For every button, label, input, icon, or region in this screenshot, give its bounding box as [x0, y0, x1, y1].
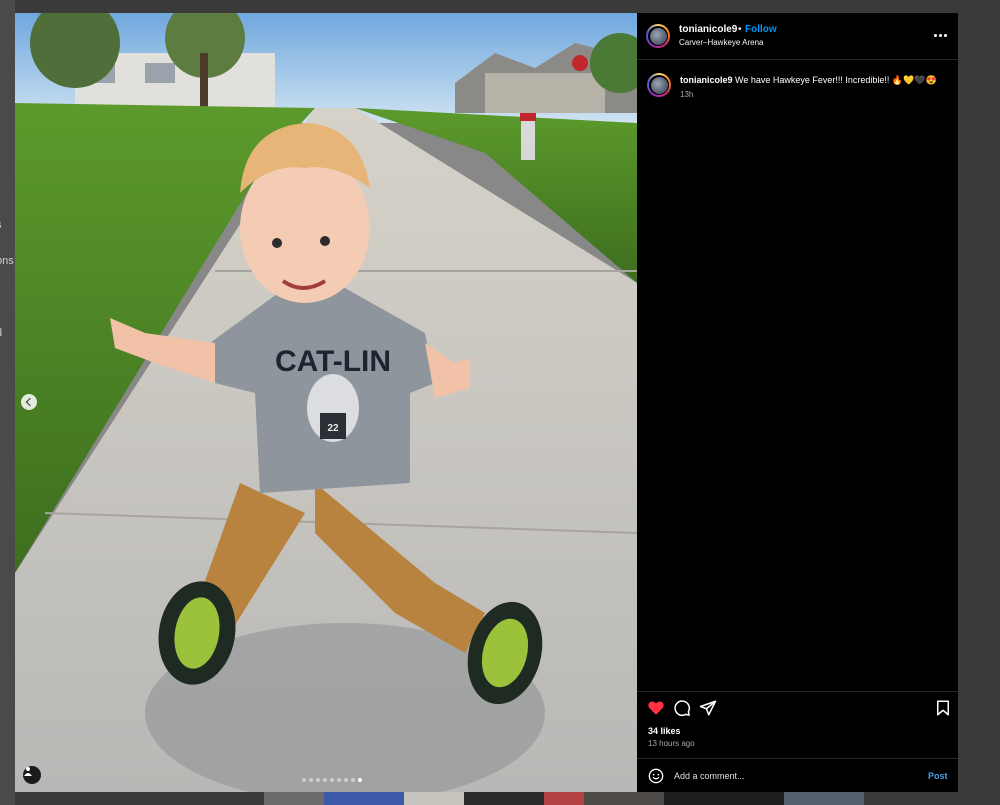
comment-input[interactable]: Add a comment... — [674, 771, 745, 781]
more-icon — [934, 34, 937, 37]
caption: tonianicole9 We have Hawkeye Fever!!! In… — [680, 74, 950, 86]
caption-text: We have Hawkeye Fever!!! Incredible!! 🔥💛… — [732, 75, 937, 85]
carousel-dot — [309, 778, 313, 782]
carousel-dot — [316, 778, 320, 782]
carousel-dot — [358, 778, 362, 782]
shirt-text: CAT-LIN — [275, 345, 391, 378]
post-comment-button[interactable]: Post — [928, 771, 948, 781]
separator-dot: • — [738, 24, 742, 35]
more-options-button[interactable] — [934, 34, 947, 37]
avatar[interactable] — [646, 24, 670, 48]
chevron-left-icon — [25, 397, 35, 407]
sidebar-fragment[interactable]: ons — [0, 255, 14, 267]
carousel-dot — [302, 778, 306, 782]
carousel-dot — [330, 778, 334, 782]
heart-icon[interactable] — [647, 699, 665, 717]
background-feed-strip — [264, 792, 864, 805]
caption-timestamp[interactable]: 13h — [680, 90, 693, 99]
post-header: tonianicole9 • Follow Carver–Hawkeye Are… — [637, 13, 958, 60]
post-time-ago[interactable]: 13 hours ago — [648, 739, 695, 748]
carousel-dot — [323, 778, 327, 782]
page-background — [958, 0, 1000, 805]
bookmark-icon[interactable] — [934, 699, 952, 717]
caption-username[interactable]: tonianicole9 — [680, 75, 733, 85]
user-tag-button[interactable] — [23, 766, 41, 784]
photo-illustration: CAT-LIN 22 — [15, 13, 637, 792]
emoji-icon[interactable] — [648, 768, 664, 784]
post-details-panel: tonianicole9 • Follow Carver–Hawkeye Are… — [637, 13, 958, 792]
comment-icon[interactable] — [673, 699, 691, 717]
caption-avatar[interactable] — [647, 73, 671, 97]
left-sidebar-edge: s ons d — [0, 0, 15, 805]
carousel-dot — [344, 778, 348, 782]
post-photo[interactable]: CAT-LIN 22 — [15, 13, 637, 792]
username-link[interactable]: tonianicole9 — [679, 24, 737, 35]
carousel-indicator — [302, 778, 362, 782]
likes-count[interactable]: 34 likes — [648, 726, 681, 736]
user-tag-icon — [24, 767, 32, 776]
sidebar-fragment[interactable]: s — [0, 219, 2, 231]
sidebar-fragment[interactable]: d — [0, 327, 2, 339]
carousel-previous-button[interactable] — [21, 394, 37, 410]
action-bar — [647, 699, 952, 719]
jersey-number: 22 — [327, 423, 339, 434]
comment-bar: Add a comment... Post — [637, 758, 958, 793]
share-icon[interactable] — [699, 699, 717, 717]
follow-button[interactable]: Follow — [745, 24, 777, 35]
carousel-dot — [351, 778, 355, 782]
location-link[interactable]: Carver–Hawkeye Arena — [679, 38, 763, 47]
carousel-dot — [337, 778, 341, 782]
actions-divider — [637, 691, 958, 693]
